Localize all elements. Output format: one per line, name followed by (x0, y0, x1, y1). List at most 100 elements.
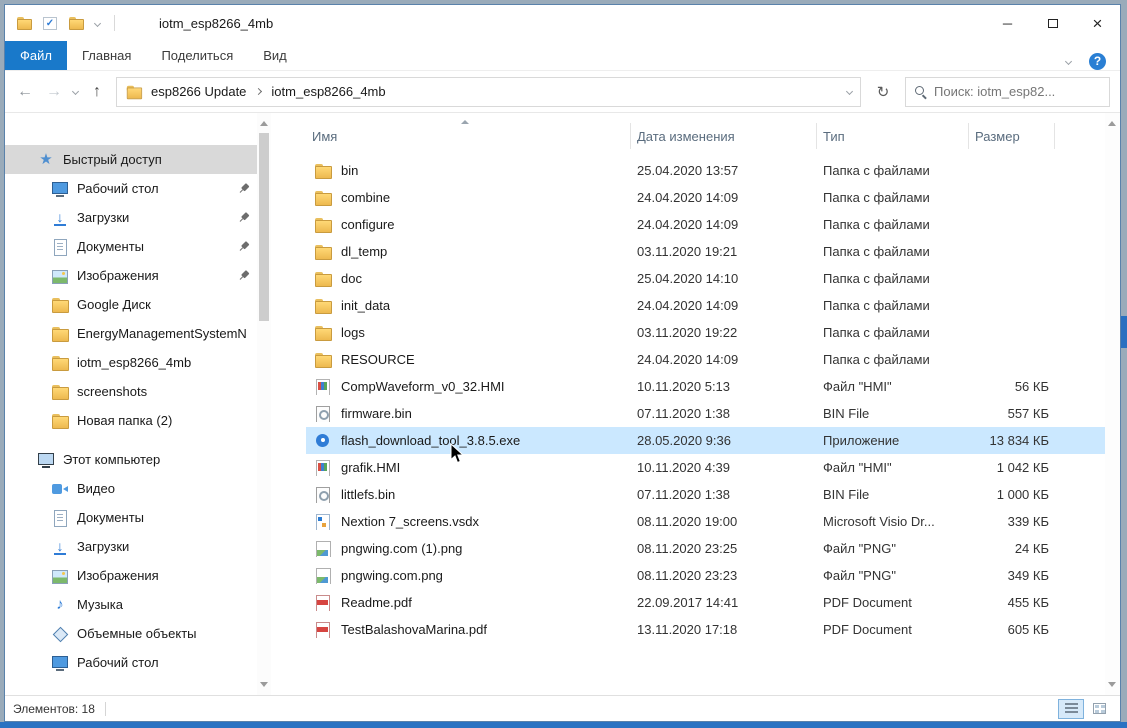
sidebar-item[interactable]: Google Диск (5, 290, 257, 319)
file-row[interactable]: CompWaveform_v0_32.HMI 10.11.2020 5:13 Ф… (306, 373, 1120, 400)
breadcrumb-root[interactable]: esp8266 Update (151, 84, 246, 99)
file-size: 1 000 КБ (969, 487, 1055, 502)
sidebar-item[interactable]: Документы (5, 232, 257, 261)
file-row[interactable]: flash_download_tool_3.8.5.exe 28.05.2020… (306, 427, 1120, 454)
search-box[interactable] (905, 77, 1110, 107)
status-divider (105, 702, 106, 716)
sidebar-item[interactable]: Этот компьютер (5, 445, 257, 474)
column-header[interactable]: Тип (817, 123, 969, 149)
search-input[interactable] (934, 84, 1101, 99)
file-date: 22.09.2017 14:41 (631, 595, 817, 610)
sidebar-item[interactable]: Рабочий стол (5, 174, 257, 203)
file-row[interactable]: doc 25.04.2020 14:10 Папка с файлами (306, 265, 1120, 292)
file-row[interactable]: logs 03.11.2020 19:22 Папка с файлами (306, 319, 1120, 346)
history-dropdown-icon[interactable] (72, 88, 79, 95)
sidebar-item-label: Этот компьютер (63, 452, 160, 467)
sidebar-item[interactable]: Новая папка (2) (5, 406, 257, 435)
file-icon (314, 514, 332, 530)
collapse-ribbon-icon[interactable] (1065, 57, 1072, 64)
details-view-button[interactable] (1058, 699, 1084, 719)
ribbon-tab[interactable]: Поделиться (146, 41, 248, 70)
scroll-down-icon[interactable] (260, 682, 268, 687)
file-row[interactable]: pngwing.com.png 08.11.2020 23:23 Файл "P… (306, 562, 1120, 589)
scroll-up-icon[interactable] (1108, 121, 1116, 126)
ribbon-tab[interactable]: Файл (5, 41, 67, 70)
scroll-up-icon[interactable] (260, 121, 268, 126)
file-row[interactable]: RESOURCE 24.04.2020 14:09 Папка с файлам… (306, 346, 1120, 373)
sidebar-item[interactable]: iotm_esp8266_4mb (5, 348, 257, 377)
file-row[interactable]: grafik.HMI 10.11.2020 4:39 Файл "HMI" 1 … (306, 454, 1120, 481)
sidebar-item[interactable]: Документы (5, 503, 257, 532)
navigation-pane: Быстрый доступ Рабочий стол Загрузки Док… (5, 113, 257, 695)
address-box[interactable]: esp8266 Update iotm_esp8266_4mb (116, 77, 861, 107)
minimize-button[interactable]: ─ (985, 5, 1030, 41)
sidebar-item[interactable]: Рабочий стол (5, 648, 257, 677)
column-header-label: Размер (975, 129, 1020, 144)
sidebar-item-label: screenshots (77, 384, 147, 399)
address-bar: ← → ↑ esp8266 Update iotm_esp8266_4mb ↻ (5, 71, 1120, 113)
file-date: 10.11.2020 4:39 (631, 460, 817, 475)
file-name: Nextion 7_screens.vsdx (341, 514, 479, 529)
maximize-button[interactable] (1030, 5, 1075, 41)
sidebar-item[interactable]: Объемные объекты (5, 619, 257, 648)
file-type: Файл "HMI" (817, 460, 969, 475)
file-row[interactable]: bin 25.04.2020 13:57 Папка с файлами (306, 157, 1120, 184)
file-row[interactable]: Readme.pdf 22.09.2017 14:41 PDF Document… (306, 589, 1120, 616)
help-icon[interactable]: ? (1089, 53, 1106, 70)
file-row[interactable]: TestBalashovaMarina.pdf 13.11.2020 17:18… (306, 616, 1120, 643)
address-dropdown-icon[interactable] (846, 88, 853, 95)
file-icon (314, 271, 332, 287)
sidebar-item[interactable]: screenshots (5, 377, 257, 406)
file-name-cell: doc (306, 271, 631, 287)
new-folder-icon[interactable] (67, 15, 85, 31)
sidebar-item-icon (51, 510, 69, 526)
scrollbar-thumb[interactable] (259, 133, 269, 321)
column-header[interactable]: Размер (969, 123, 1055, 149)
back-icon[interactable]: ← (15, 84, 35, 100)
up-icon[interactable]: ↑ (87, 84, 107, 100)
file-name: pngwing.com (1).png (341, 541, 462, 556)
sidebar-item[interactable]: Видео (5, 474, 257, 503)
file-icon (314, 406, 332, 422)
file-date: 08.11.2020 23:23 (631, 568, 817, 583)
file-icon (314, 163, 332, 179)
file-size: 349 КБ (969, 568, 1055, 583)
file-row[interactable]: littlefs.bin 07.11.2020 1:38 BIN File 1 … (306, 481, 1120, 508)
sidebar-item[interactable]: EnergyManagementSystemN (5, 319, 257, 348)
sidebar-item-label: Рабочий стол (77, 181, 159, 196)
breadcrumb-chevron-icon[interactable] (255, 88, 262, 95)
sidebar-item[interactable]: Загрузки (5, 203, 257, 232)
column-header[interactable]: Дата изменения (631, 123, 817, 149)
file-row[interactable]: init_data 24.04.2020 14:09 Папка с файла… (306, 292, 1120, 319)
close-button[interactable]: × (1075, 5, 1120, 41)
sidebar-item[interactable]: Быстрый доступ (5, 145, 257, 174)
file-icon (314, 325, 332, 341)
file-name: grafik.HMI (341, 460, 400, 475)
sidebar-item[interactable]: Загрузки (5, 532, 257, 561)
file-icon (314, 622, 332, 638)
file-type: Папка с файлами (817, 271, 969, 286)
scroll-down-icon[interactable] (1108, 682, 1116, 687)
file-row[interactable]: firmware.bin 07.11.2020 1:38 BIN File 55… (306, 400, 1120, 427)
sidebar-item[interactable]: Изображения (5, 561, 257, 590)
file-row[interactable]: Nextion 7_screens.vsdx 08.11.2020 19:00 … (306, 508, 1120, 535)
sidebar-item[interactable]: Изображения (5, 261, 257, 290)
properties-icon[interactable]: ✓ (43, 17, 57, 30)
column-header[interactable]: Имя (306, 123, 631, 149)
file-row[interactable]: configure 24.04.2020 14:09 Папка с файла… (306, 211, 1120, 238)
sidebar-item-icon (51, 626, 69, 642)
thumbnails-view-button[interactable] (1086, 699, 1112, 719)
qat-dropdown-icon[interactable] (94, 19, 101, 26)
refresh-icon[interactable]: ↻ (870, 83, 896, 101)
sidebar-scrollbar[interactable] (257, 113, 271, 695)
file-row[interactable]: pngwing.com (1).png 08.11.2020 23:25 Фай… (306, 535, 1120, 562)
forward-icon[interactable]: → (44, 84, 64, 100)
sidebar-item[interactable]: Музыка (5, 590, 257, 619)
ribbon-tab[interactable]: Вид (248, 41, 302, 70)
breadcrumb-current[interactable]: iotm_esp8266_4mb (271, 84, 385, 99)
ribbon-tab[interactable]: Главная (67, 41, 146, 70)
file-row[interactable]: dl_temp 03.11.2020 19:21 Папка с файлами (306, 238, 1120, 265)
main-scrollbar[interactable] (1105, 113, 1120, 695)
sidebar-item-label: Видео (77, 481, 115, 496)
file-row[interactable]: combine 24.04.2020 14:09 Папка с файлами (306, 184, 1120, 211)
